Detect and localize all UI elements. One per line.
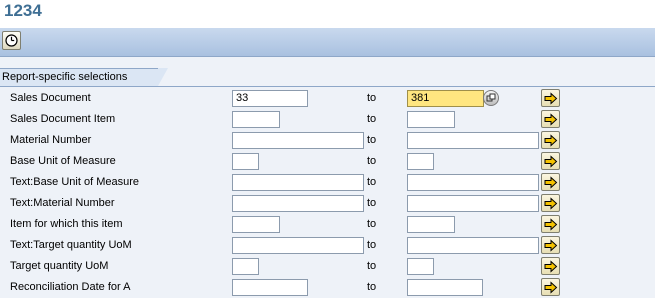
to-label: to xyxy=(367,197,377,209)
from-input[interactable] xyxy=(232,216,280,233)
field-label: Text:Base Unit of Measure xyxy=(10,176,140,188)
from-input[interactable] xyxy=(232,195,364,212)
selection-row: Text:Material Number to xyxy=(0,193,655,214)
group-box-header-corner xyxy=(158,68,168,86)
to-label: to xyxy=(367,134,377,146)
to-input[interactable] xyxy=(407,111,455,128)
multiple-selection-button[interactable] xyxy=(541,215,560,233)
group-box-header: Report-specific selections xyxy=(0,68,158,87)
multiple-selection-arrow-icon xyxy=(544,197,558,210)
group-box-title: Report-specific selections xyxy=(2,71,128,83)
title-bar: 1234 xyxy=(0,0,655,28)
selection-row: Sales Document 33 to 381 xyxy=(0,88,655,109)
multiple-selection-arrow-icon xyxy=(544,155,558,168)
field-label: Sales Document Item xyxy=(10,113,116,125)
to-input[interactable]: 381 xyxy=(407,90,484,107)
to-input[interactable] xyxy=(407,237,539,254)
selection-row: Material Number to xyxy=(0,130,655,151)
field-label: Target quantity UoM xyxy=(10,260,109,272)
selection-row: Target quantity UoM to xyxy=(0,256,655,277)
multiple-selection-arrow-icon xyxy=(544,281,558,294)
to-input[interactable] xyxy=(407,216,455,233)
field-label: Sales Document xyxy=(10,92,91,104)
value-help-icon xyxy=(486,93,496,102)
from-input[interactable]: 33 xyxy=(232,90,308,107)
to-input[interactable] xyxy=(407,279,483,296)
value-help-button[interactable] xyxy=(483,90,499,106)
page-title: 1234 xyxy=(4,1,42,20)
multiple-selection-arrow-icon xyxy=(544,134,558,147)
multiple-selection-button[interactable] xyxy=(541,89,560,107)
from-input[interactable] xyxy=(232,237,364,254)
from-input[interactable] xyxy=(232,132,364,149)
field-label: Material Number xyxy=(10,134,92,146)
application-toolbar xyxy=(0,28,655,57)
multiple-selection-arrow-icon xyxy=(544,260,558,273)
to-input[interactable] xyxy=(407,258,434,275)
multiple-selection-button[interactable] xyxy=(541,194,560,212)
group-box-divider xyxy=(0,86,655,87)
to-label: to xyxy=(367,281,377,293)
field-label: Base Unit of Measure xyxy=(10,155,116,167)
execute-clock-icon xyxy=(5,34,18,47)
multiple-selection-arrow-icon xyxy=(544,218,558,231)
from-input[interactable] xyxy=(232,174,364,191)
selection-row: Item for which this item to xyxy=(0,214,655,235)
to-input[interactable] xyxy=(407,195,539,212)
to-input[interactable] xyxy=(407,153,434,170)
field-label: Item for which this item xyxy=(10,218,123,230)
multiple-selection-button[interactable] xyxy=(541,131,560,149)
multiple-selection-arrow-icon xyxy=(544,239,558,252)
selection-row: Text:Base Unit of Measure to xyxy=(0,172,655,193)
multiple-selection-arrow-icon xyxy=(544,176,558,189)
multiple-selection-button[interactable] xyxy=(541,152,560,170)
to-label: to xyxy=(367,176,377,188)
selection-row: Sales Document Item to xyxy=(0,109,655,130)
multiple-selection-arrow-icon xyxy=(544,92,558,105)
field-label: Text:Material Number xyxy=(10,197,115,209)
to-label: to xyxy=(367,218,377,230)
to-label: to xyxy=(367,239,377,251)
multiple-selection-button[interactable] xyxy=(541,236,560,254)
field-label: Reconciliation Date for A xyxy=(10,281,131,293)
from-input[interactable] xyxy=(232,111,280,128)
to-input[interactable] xyxy=(407,174,539,191)
multiple-selection-button[interactable] xyxy=(541,173,560,191)
field-label: Text:Target quantity UoM xyxy=(10,239,132,251)
to-label: to xyxy=(367,260,377,272)
from-input[interactable] xyxy=(232,279,308,296)
selection-row: Reconciliation Date for A to xyxy=(0,277,655,298)
from-input[interactable] xyxy=(232,258,259,275)
to-input[interactable] xyxy=(407,132,539,149)
multiple-selection-button[interactable] xyxy=(541,278,560,296)
to-label: to xyxy=(367,155,377,167)
multiple-selection-arrow-icon xyxy=(544,113,558,126)
execute-button[interactable] xyxy=(2,31,21,50)
multiple-selection-button[interactable] xyxy=(541,110,560,128)
from-input[interactable] xyxy=(232,153,259,170)
selection-row: Base Unit of Measure to xyxy=(0,151,655,172)
to-label: to xyxy=(367,92,377,104)
selection-row: Text:Target quantity UoM to xyxy=(0,235,655,256)
to-label: to xyxy=(367,113,377,125)
multiple-selection-button[interactable] xyxy=(541,257,560,275)
